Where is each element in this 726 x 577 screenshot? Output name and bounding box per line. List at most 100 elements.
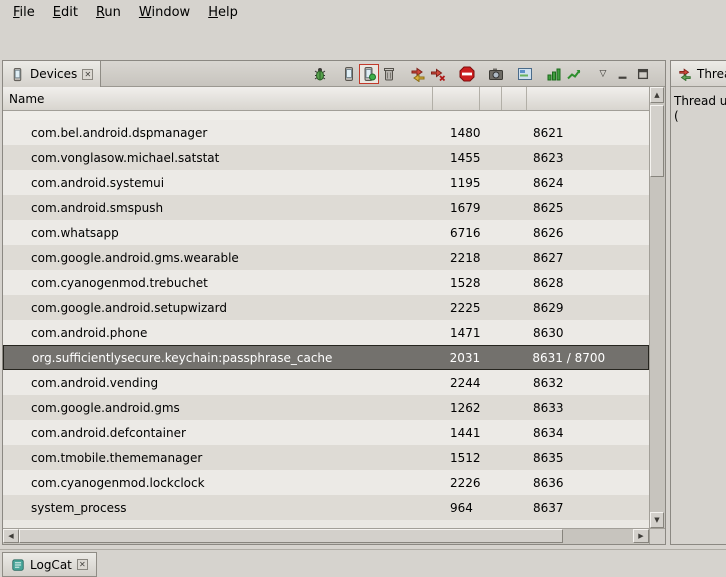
menubar: File Edit Run Window Help	[0, 0, 726, 27]
process-pid: 1471	[433, 326, 480, 340]
table-row[interactable]: com.tmobile.thememanager15128635	[3, 445, 649, 470]
table-row[interactable]: com.vonglasow.michael.satstat14553 8623	[3, 145, 649, 170]
threads-icon	[678, 67, 692, 81]
threads-view: Threads Thread up (	[670, 60, 726, 545]
close-icon[interactable]: ✕	[77, 559, 88, 570]
stop-process-icon[interactable]	[457, 64, 477, 84]
tab-logcat-label: LogCat	[30, 558, 72, 572]
process-port: 8624	[527, 176, 649, 190]
table-row[interactable]: com.google.android.gms.wearable221858627	[3, 245, 649, 270]
process-name: com.cyanogenmod.trebuchet	[3, 276, 433, 290]
tab-devices[interactable]: Devices ✕	[3, 61, 101, 87]
process-name: com.google.android.gms.wearable	[3, 251, 433, 265]
menu-help[interactable]: Help	[199, 0, 247, 27]
logcat-icon	[11, 558, 25, 572]
process-pid: 14553	[433, 151, 480, 165]
dump-hprof-icon[interactable]	[359, 64, 379, 84]
threads-message-line2: (	[674, 109, 723, 124]
table-row[interactable]: com.google.android.gms126238633	[3, 395, 649, 420]
threads-tabbar: Threads	[671, 61, 726, 87]
partial-row	[3, 111, 649, 120]
menu-file[interactable]: File	[4, 0, 44, 27]
menu-run[interactable]: Run	[87, 0, 130, 27]
process-name: com.android.vending	[3, 376, 433, 390]
process-name: com.vonglasow.michael.satstat	[3, 151, 433, 165]
view-menu-icon[interactable]: ▽	[593, 64, 613, 84]
process-port: 8628	[527, 276, 649, 290]
tracer-icon[interactable]	[564, 64, 584, 84]
scroll-down-icon[interactable]: ▼	[650, 512, 664, 528]
table-row[interactable]: system_process9648637	[3, 495, 649, 520]
process-port: 8635	[527, 451, 649, 465]
horizontal-scroll-thumb[interactable]	[19, 529, 563, 543]
table-row[interactable]: com.android.smspush16798625	[3, 195, 649, 220]
menu-edit[interactable]: Edit	[44, 0, 87, 27]
process-port: 8623	[527, 151, 649, 165]
process-pid: 22440	[433, 376, 480, 390]
process-pid: 22250	[433, 301, 480, 315]
table-row[interactable]: com.whatsapp67168626	[3, 220, 649, 245]
process-pid: 14411	[433, 426, 480, 440]
process-port: 8630	[527, 326, 649, 340]
bottom-bar: LogCat ✕	[0, 549, 726, 577]
device-icon	[10, 67, 25, 82]
process-pid: 1195	[433, 176, 480, 190]
table-row[interactable]: com.android.phone14718630	[3, 320, 649, 345]
column-header-name[interactable]: Name	[3, 87, 433, 110]
tab-logcat[interactable]: LogCat ✕	[2, 552, 97, 577]
process-port: 8629	[527, 301, 649, 315]
scroll-left-icon[interactable]: ◀	[3, 529, 19, 543]
update-heap-icon[interactable]	[339, 64, 359, 84]
process-name: com.android.systemui	[3, 176, 433, 190]
scroll-up-icon[interactable]: ▲	[650, 87, 664, 103]
horizontal-scrollbar[interactable]: ◀ ▶	[3, 528, 649, 544]
table-row[interactable]: com.android.defcontainer14411 8634	[3, 420, 649, 445]
close-icon[interactable]: ✕	[82, 69, 93, 80]
screen-capture-icon[interactable]	[486, 64, 506, 84]
column-header-s2[interactable]	[502, 87, 527, 110]
process-port: 8637	[527, 501, 649, 515]
threads-message: Thread up (	[671, 87, 726, 124]
table-row[interactable]: com.bel.android.dspmanager1480 8621	[3, 120, 649, 145]
maximize-icon[interactable]	[633, 64, 653, 84]
devices-tabbar: Devices ✕	[3, 61, 665, 87]
stats-icon[interactable]	[544, 64, 564, 84]
tab-threads-label: Threads	[697, 67, 726, 81]
table-row[interactable]: com.android.systemui1195 8624	[3, 170, 649, 195]
process-name: com.android.smspush	[3, 201, 433, 215]
process-name: com.android.defcontainer	[3, 426, 433, 440]
update-threads-icon[interactable]	[408, 64, 428, 84]
table-row[interactable]: com.cyanogenmod.lockclock222658636	[3, 470, 649, 495]
process-name: org.sufficientlysecure.keychain:passphra…	[4, 351, 433, 365]
process-pid: 1480	[433, 126, 480, 140]
hierarchy-view-icon[interactable]	[515, 64, 535, 84]
method-profiling-icon[interactable]	[428, 64, 448, 84]
column-header-s1[interactable]	[480, 87, 502, 110]
table-row[interactable]: com.android.vending224408632	[3, 370, 649, 395]
process-port: 8621	[527, 126, 649, 140]
table-header: Name	[3, 87, 649, 111]
minimize-icon[interactable]	[613, 64, 633, 84]
column-header-port[interactable]	[527, 87, 649, 110]
cause-gc-icon[interactable]	[379, 64, 399, 84]
table-row-selected[interactable]: org.sufficientlysecure.keychain:passphra…	[3, 345, 649, 370]
process-port: 8625	[527, 201, 649, 215]
scrollbar-corner	[649, 528, 665, 544]
process-pid: 22185	[433, 251, 480, 265]
vertical-scrollbar[interactable]: ▲ ▼	[649, 87, 665, 528]
vertical-scroll-thumb[interactable]	[650, 105, 664, 177]
menu-window[interactable]: Window	[130, 0, 199, 27]
table-row[interactable]: com.cyanogenmod.trebuchet15288628	[3, 270, 649, 295]
debug-process-icon[interactable]	[310, 64, 330, 84]
process-name: com.bel.android.dspmanager	[3, 126, 433, 140]
tab-threads[interactable]: Threads	[671, 61, 726, 87]
process-port: 8626	[527, 226, 649, 240]
process-pid: 6716	[433, 226, 480, 240]
process-port: 8634	[527, 426, 649, 440]
threads-message-line1: Thread up	[674, 94, 723, 109]
scroll-right-icon[interactable]: ▶	[633, 529, 649, 543]
tab-devices-label: Devices	[30, 67, 77, 81]
column-header-pid[interactable]	[433, 87, 480, 110]
table-row[interactable]: com.google.android.setupwizard222508629	[3, 295, 649, 320]
process-port: 8633	[527, 401, 649, 415]
